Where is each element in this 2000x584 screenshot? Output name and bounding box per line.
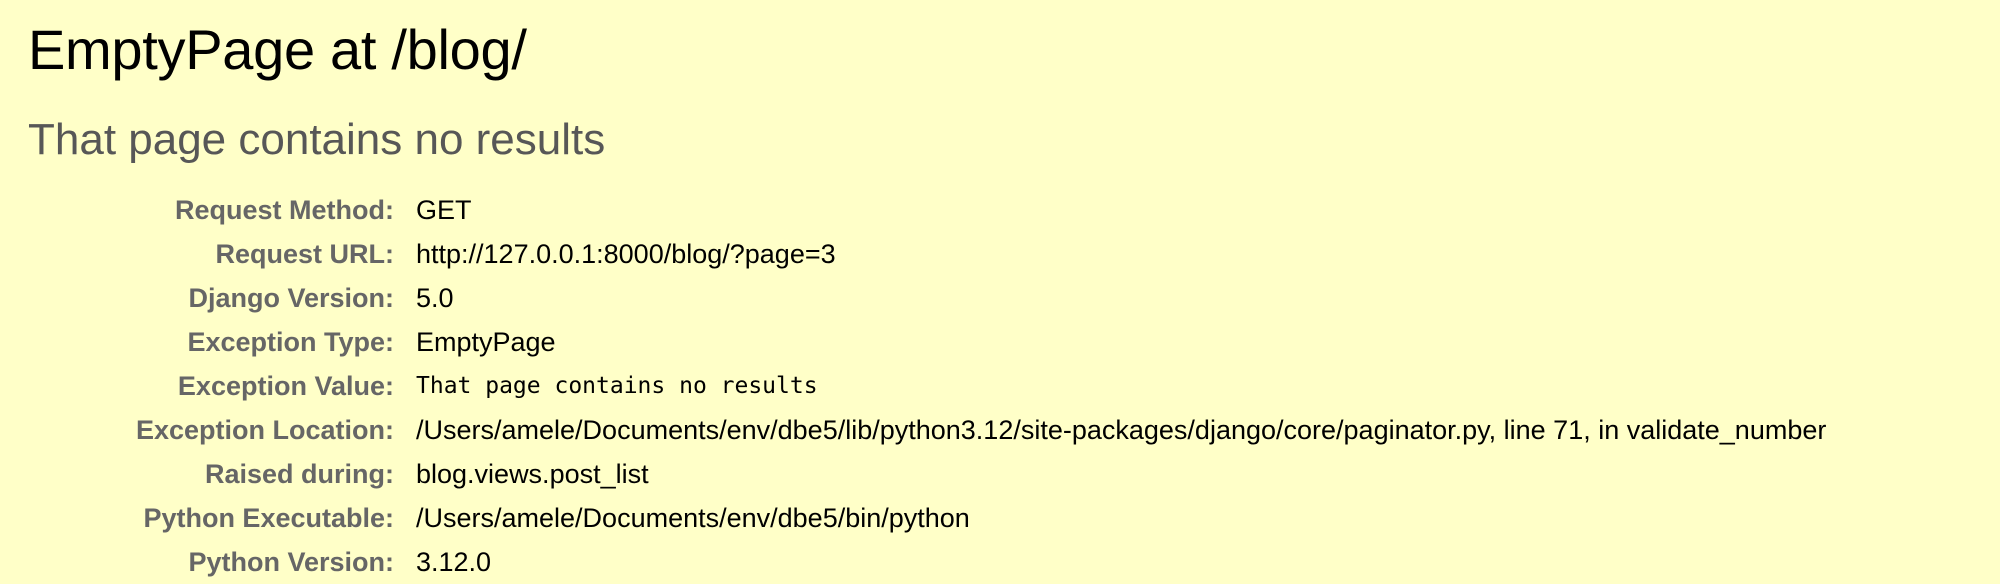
meta-value: 3.12.0	[416, 547, 492, 577]
meta-row-exception-value: Exception Value: That page contains no r…	[28, 364, 1826, 408]
meta-value: GET	[416, 195, 472, 225]
meta-row-exception-location: Exception Location: /Users/amele/Documen…	[28, 408, 1826, 452]
meta-row-python-executable: Python Executable: /Users/amele/Document…	[28, 496, 1826, 540]
meta-value: EmptyPage	[416, 327, 556, 357]
meta-label: Request URL:	[215, 239, 394, 269]
error-summary: EmptyPage at /blog/ That page contains n…	[0, 0, 2000, 584]
meta-row-python-version: Python Version: 3.12.0	[28, 540, 1826, 584]
meta-label: Python Version:	[188, 547, 394, 577]
meta-label: Exception Value:	[177, 371, 394, 401]
meta-row-request-method: Request Method: GET	[28, 188, 1826, 232]
request-meta-table: Request Method: GET Request URL: http://…	[28, 188, 1826, 584]
meta-value: 5.0	[416, 283, 454, 313]
exception-message: That page contains no results	[28, 115, 606, 164]
meta-label: Exception Location:	[135, 415, 394, 445]
meta-label: Raised during:	[204, 459, 394, 489]
meta-value: blog.views.post_list	[416, 459, 649, 489]
page-title: EmptyPage at /blog/	[28, 18, 527, 81]
meta-label: Request Method:	[175, 195, 394, 225]
meta-value: That page contains no results	[416, 373, 818, 399]
meta-row-request-url: Request URL: http://127.0.0.1:8000/blog/…	[28, 232, 1826, 276]
meta-label: Exception Type:	[187, 327, 394, 357]
meta-row-raised-during: Raised during: blog.views.post_list	[28, 452, 1826, 496]
meta-row-django-version: Django Version: 5.0	[28, 276, 1826, 320]
meta-row-exception-type: Exception Type: EmptyPage	[28, 320, 1826, 364]
meta-label: Django Version:	[188, 283, 394, 313]
meta-value: /Users/amele/Documents/env/dbe5/lib/pyth…	[416, 415, 1827, 445]
meta-value: /Users/amele/Documents/env/dbe5/bin/pyth…	[416, 503, 970, 533]
meta-value: http://127.0.0.1:8000/blog/?page=3	[416, 239, 836, 269]
meta-label: Python Executable:	[143, 503, 394, 533]
